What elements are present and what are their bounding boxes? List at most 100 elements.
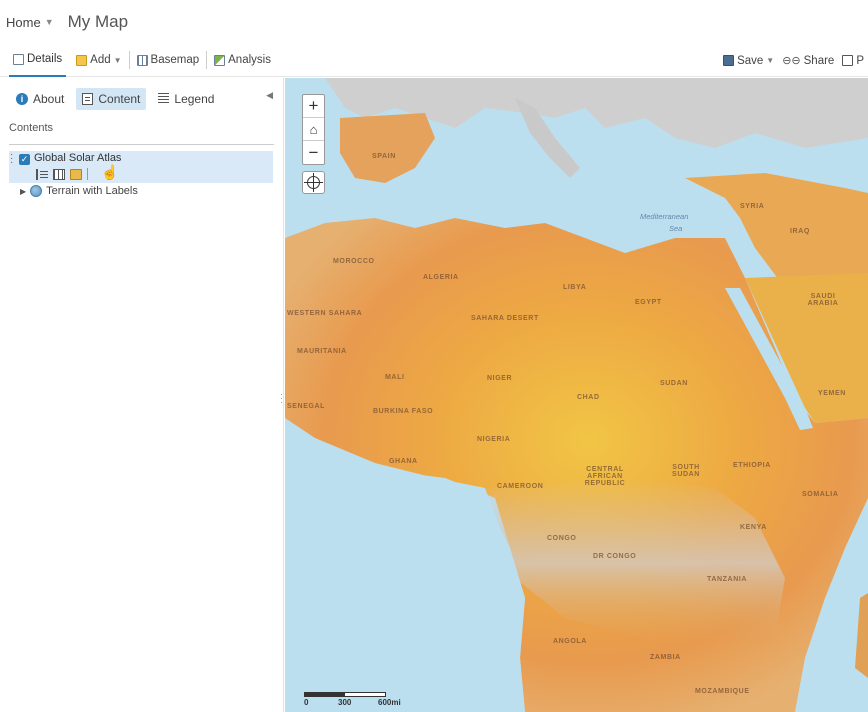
content-icon: [82, 93, 94, 105]
home-icon: ⌂: [309, 121, 318, 137]
drag-handle-icon[interactable]: · · ·: [10, 150, 13, 168]
print-label: P: [856, 54, 864, 67]
basemap-button[interactable]: Basemap: [133, 44, 204, 77]
layer-name[interactable]: Global Solar Atlas: [34, 152, 121, 164]
basemap-label: Basemap: [150, 54, 200, 66]
map-label: MALI: [385, 374, 405, 381]
map-label: SPAIN: [372, 153, 396, 160]
layer-actions: [36, 168, 88, 180]
map-label: SAHARA DESERT: [471, 315, 539, 322]
map-label: ANGOLA: [553, 638, 587, 645]
expand-arrow-icon[interactable]: ▶: [20, 187, 26, 196]
map-label: IRAQ: [790, 228, 810, 235]
tab-legend[interactable]: Legend: [152, 88, 220, 110]
map-label: BURKINA FASO: [373, 408, 434, 415]
sea-label: Sea: [669, 224, 683, 233]
analysis-label: Analysis: [228, 54, 271, 66]
hand-cursor-icon: ☝: [101, 164, 119, 180]
home-caret-icon: ▼: [44, 17, 54, 27]
toolbar-divider: [128, 51, 130, 69]
actions-divider: [87, 168, 88, 180]
map-label: SOMALIA: [802, 491, 839, 498]
sea-label: Mediterranean: [640, 212, 689, 221]
details-panel: i About Content Legend ◀ Contents · · · ✓ …: [0, 78, 284, 712]
filter-icon[interactable]: [70, 168, 82, 180]
home-menu[interactable]: Home ▼: [6, 15, 54, 30]
share-button[interactable]: ⊖⊖ Share: [778, 44, 838, 77]
contents-heading: Contents: [9, 122, 54, 134]
details-label: Details: [27, 53, 63, 65]
home-extent-button[interactable]: ⌂: [303, 118, 324, 141]
print-button[interactable]: P: [838, 44, 868, 77]
map-label: SOUTH SUDAN: [672, 464, 700, 478]
locate-icon: [304, 173, 323, 192]
map-label: LIBYA: [563, 284, 587, 291]
home-label: Home: [6, 14, 41, 30]
link-icon: ⊖⊖: [782, 55, 801, 67]
zoom-controls: + ⌂ −: [302, 94, 325, 165]
scale-bar-graphic: [304, 692, 386, 697]
map-label: KENYA: [740, 524, 767, 531]
map-label: YEMEN: [818, 390, 846, 397]
map-label: MAURITANIA: [297, 348, 347, 355]
basemap-icon: [136, 54, 148, 66]
toolbar-right-group: Save ▼ ⊖⊖ Share P: [719, 44, 868, 77]
save-label: Save: [737, 54, 764, 67]
map-label: CAMEROON: [497, 483, 544, 490]
map-label: NIGER: [487, 375, 513, 382]
collapse-panel-icon[interactable]: ◀: [266, 90, 273, 101]
tab-content[interactable]: Content: [76, 88, 147, 110]
layer-name: Terrain with Labels: [46, 185, 138, 197]
map-label: DR CONGO: [593, 553, 637, 560]
save-button[interactable]: Save ▼: [719, 44, 778, 77]
details-button[interactable]: Details: [9, 44, 67, 77]
map-label: SYRIA: [740, 203, 765, 210]
globe-icon: [30, 185, 43, 197]
map-label: GHANA: [389, 458, 418, 465]
scale-label-300: 300: [338, 698, 352, 707]
map-label: SENEGAL: [287, 403, 326, 410]
show-item-details-icon[interactable]: [36, 168, 48, 180]
map-view[interactable]: SPAIN MOROCCO ALGERIA LIBYA EGYPT SAHARA…: [285, 78, 868, 712]
add-caret-icon: ▼: [113, 55, 122, 65]
tab-content-label: Content: [98, 92, 141, 106]
show-table-icon[interactable]: [53, 168, 65, 180]
map-label: MOROCCO: [333, 258, 375, 265]
map-label: MOZAMBIQUE: [695, 688, 750, 695]
toolbar-divider: [206, 51, 208, 69]
map-label: CENTRAL AFRICAN REPUBLIC: [584, 466, 626, 487]
add-label: Add: [90, 54, 111, 66]
scale-bar: 0 300 600mi: [304, 690, 401, 707]
map-label: WESTERN SAHARA: [287, 310, 363, 317]
info-icon: i: [16, 93, 28, 105]
tab-legend-label: Legend: [174, 92, 215, 106]
layer-visibility-checkbox[interactable]: ✓: [19, 154, 30, 165]
scale-label-0: 0: [304, 698, 309, 707]
analysis-button[interactable]: Analysis: [210, 44, 275, 77]
printer-icon: [842, 55, 854, 66]
panel-resize-handle[interactable]: · · ·: [280, 390, 283, 407]
add-button[interactable]: Add ▼: [72, 44, 125, 77]
map-label: ALGERIA: [423, 274, 459, 281]
zoom-in-button[interactable]: +: [303, 95, 324, 118]
map-label: EGYPT: [635, 299, 662, 306]
map-label: CHAD: [577, 394, 600, 401]
panel-tabs: i About Content Legend: [0, 78, 283, 112]
map-viewer-app: Home ▼ My Map Details Add ▼ Basemap Anal…: [0, 0, 868, 712]
zoom-out-button[interactable]: −: [303, 141, 324, 164]
map-label: SUDAN: [660, 380, 688, 387]
layer-item-terrain[interactable]: ▶ Terrain with Labels: [20, 185, 283, 197]
locate-button[interactable]: [302, 171, 325, 194]
tab-about[interactable]: i About: [10, 88, 70, 110]
map-label: CONGO: [547, 535, 577, 542]
page-title: My Map: [67, 12, 129, 31]
tab-about-label: About: [33, 92, 65, 106]
analysis-icon: [214, 54, 226, 66]
top-header: Home ▼ My Map: [0, 0, 868, 44]
main-toolbar: Details Add ▼ Basemap Analysis Save ▼ ⊖⊖: [0, 44, 868, 77]
map-label: ETHIOPIA: [733, 462, 771, 469]
save-caret-icon: ▼: [766, 56, 775, 65]
layer-item-global-solar-atlas[interactable]: · · · ✓ Global Solar Atlas ☝: [9, 150, 273, 183]
floppy-disk-icon: [723, 55, 735, 66]
map-label: TANZANIA: [707, 576, 748, 583]
